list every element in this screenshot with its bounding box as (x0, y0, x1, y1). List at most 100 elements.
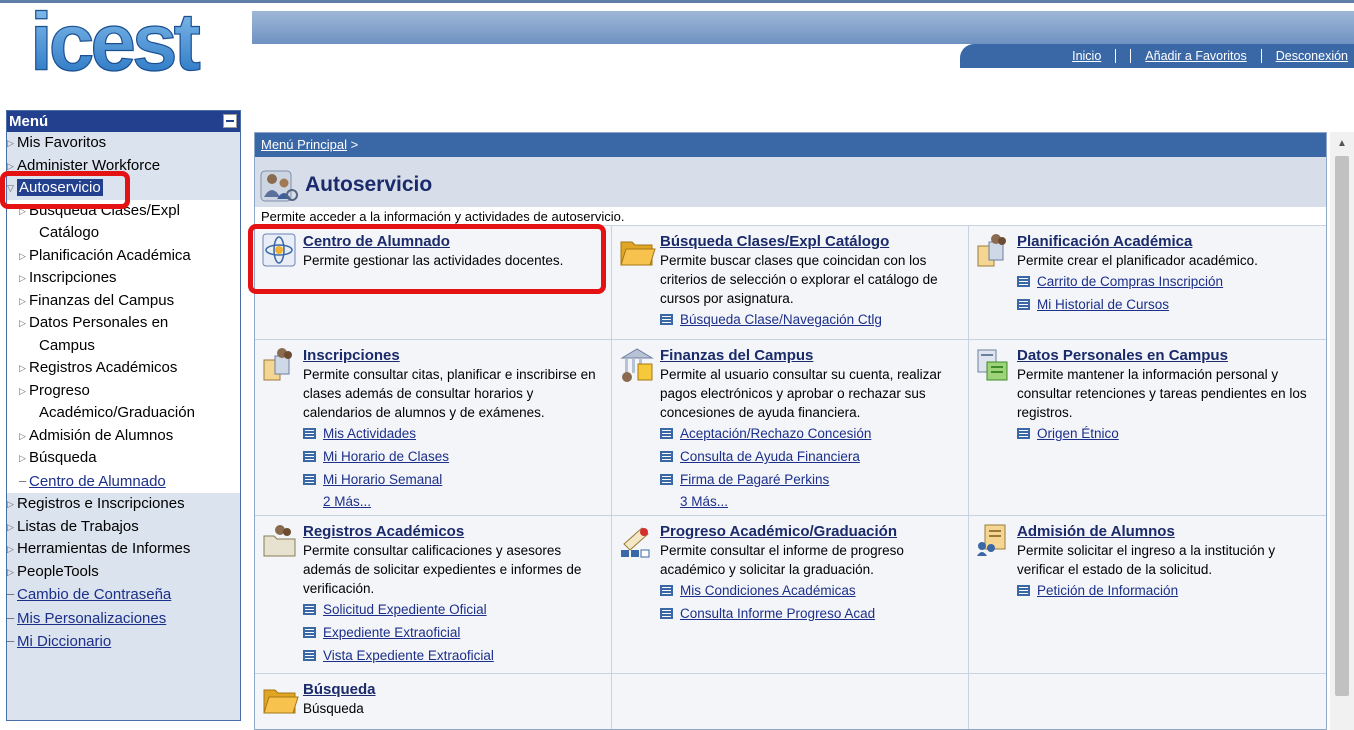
tile-link-item[interactable]: Mi Historial de Cursos (1017, 293, 1320, 316)
menu-item-cambio-contrasena[interactable]: – Cambio de Contraseña (7, 583, 240, 607)
add-favorites-link[interactable]: Añadir a Favoritos (1145, 49, 1246, 63)
collapse-icon[interactable] (223, 114, 237, 128)
expand-triangle-icon: ▷ (19, 363, 26, 373)
expand-triangle-icon: ▷ (7, 566, 14, 577)
menu-item-mis-favoritos[interactable]: ▷ Mis Favoritos (7, 132, 240, 155)
tile-link[interactable]: Mis Condiciones Académicas (680, 579, 856, 602)
tile-title-link[interactable]: Planificación Académica (1017, 233, 1192, 250)
tile-title-link[interactable]: Búsqueda Clases/Expl Catálogo (660, 233, 889, 250)
inicio-link[interactable]: Inicio (1072, 49, 1101, 63)
list-page-icon (1017, 428, 1030, 439)
nav-separator (1260, 49, 1262, 63)
tile-link-item[interactable]: Consulta de Ayuda Financiera (660, 445, 962, 468)
vertical-scrollbar[interactable]: ▲ (1330, 132, 1354, 730)
page-description: Permite acceder a la información y activ… (261, 209, 625, 224)
folder-icon (261, 680, 303, 729)
tile-link[interactable]: Expediente Extraoficial (323, 621, 460, 644)
tile-link[interactable]: Consulta Informe Progreso Acad (680, 602, 875, 625)
tile-title-link[interactable]: Datos Personales en Campus (1017, 347, 1228, 364)
menu-item-listas-trabajos[interactable]: ▷ Listas de Trabajos (7, 516, 240, 539)
tile-link-item[interactable]: Consulta Informe Progreso Acad (660, 602, 962, 625)
tile-inscripciones: Inscripciones Permite consultar citas, p… (255, 340, 612, 515)
tile-admision: Admisión de Alumnos Permite solicitar el… (969, 516, 1326, 673)
tile-title-link[interactable]: Admisión de Alumnos (1017, 523, 1175, 540)
tile-link[interactable]: Mi Historial de Cursos (1037, 293, 1169, 316)
tile-link[interactable]: Carrito de Compras Inscripción (1037, 270, 1223, 293)
expand-triangle-icon: ▷ (19, 250, 26, 261)
menu-item-mis-personalizaciones[interactable]: – Mis Personalizaciones (7, 607, 240, 631)
dash-icon: – (7, 609, 15, 625)
tile-link-item[interactable]: Mi Horario de Clases (303, 445, 605, 468)
menu-item-herramientas-informes[interactable]: ▷ Herramientas de Informes (7, 538, 240, 561)
scroll-up-arrow-icon[interactable]: ▲ (1330, 132, 1354, 154)
menu-item-registros-inscripciones[interactable]: ▷ Registros e Inscripciones (7, 493, 240, 516)
sub-item-continuation: Académico/Graduación (39, 404, 195, 421)
list-page-icon (1017, 299, 1030, 310)
tile-link[interactable]: Solicitud Expediente Oficial (323, 598, 487, 621)
tile-registros-academicos: Registros Académicos Permite consultar c… (255, 516, 612, 673)
menu-link[interactable]: Mi Diccionario (17, 633, 111, 650)
menu-item-peopletools[interactable]: ▷ PeopleTools (7, 561, 240, 584)
list-page-icon (660, 474, 673, 485)
sub-item-busqueda[interactable]: ▷ Búsqueda (7, 447, 240, 470)
sub-item-centro-alumnado[interactable]: – Centro de Alumnado (7, 470, 240, 494)
menu-item-mi-diccionario[interactable]: – Mi Diccionario (7, 630, 240, 654)
breadcrumb-menu-principal[interactable]: Menú Principal (261, 137, 347, 152)
main-content: Menú Principal > Autoservicio Permite ac… (254, 132, 1327, 730)
sub-item-label: Finanzas del Campus (29, 291, 175, 309)
tile-link-item[interactable]: Solicitud Expediente Oficial (303, 598, 605, 621)
tile-link[interactable]: Consulta de Ayuda Financiera (680, 445, 860, 468)
tile-link-item[interactable]: Mis Condiciones Académicas (660, 579, 962, 602)
tile-link-item[interactable]: Carrito de Compras Inscripción (1017, 270, 1320, 293)
more-link[interactable]: 3 Más... (680, 494, 728, 509)
tile-title-link[interactable]: Búsqueda (303, 681, 376, 698)
sub-item-datos-personales[interactable]: ▷ Datos Personales en (7, 312, 240, 335)
expand-triangle-icon: ▷ (19, 295, 26, 306)
more-link[interactable]: 2 Más... (323, 494, 371, 509)
tile-link-item[interactable]: Firma de Pagaré Perkins (660, 468, 962, 491)
page-header: Autoservicio (255, 157, 1326, 207)
tile-description: Búsqueda (303, 701, 364, 716)
tile-description: Permite consultar citas, planificar e in… (303, 367, 596, 420)
menu-link[interactable]: Mis Personalizaciones (17, 610, 166, 627)
header-nav: Inicio Añadir a Favoritos Desconexión (960, 44, 1354, 68)
tile-link-item[interactable]: Búsqueda Clase/Navegación Ctlg (660, 308, 962, 331)
sub-item-continuation: Catálogo (39, 224, 100, 241)
tile-title-link[interactable]: Registros Académicos (303, 523, 464, 540)
tile-link-item[interactable]: Origen Étnico (1017, 422, 1320, 445)
logout-link[interactable]: Desconexión (1276, 49, 1348, 63)
tile-description: Permite crear el planificador académico. (1017, 253, 1258, 268)
tile-title-link[interactable]: Progreso Académico/Graduación (660, 523, 897, 540)
tile-link-item[interactable]: Petición de Información (1017, 579, 1320, 602)
tile-link[interactable]: Vista Expediente Extraoficial (323, 644, 494, 667)
tile-link-item[interactable]: Vista Expediente Extraoficial (303, 644, 605, 667)
tile-link[interactable]: Firma de Pagaré Perkins (680, 468, 829, 491)
tile-link-item[interactable]: Mi Horario Semanal (303, 468, 605, 491)
tile-title-link[interactable]: Inscripciones (303, 347, 400, 364)
tile-link[interactable]: Mi Horario de Clases (323, 445, 449, 468)
sub-item-link[interactable]: Centro de Alumnado (29, 473, 166, 490)
sub-item-inscripciones[interactable]: ▷ Inscripciones (7, 267, 240, 290)
tile-link[interactable]: Búsqueda Clase/Navegación Ctlg (680, 308, 882, 331)
tile-link[interactable]: Mi Horario Semanal (323, 468, 442, 491)
header-band (252, 11, 1354, 44)
menu-link[interactable]: Cambio de Contraseña (17, 586, 171, 603)
sub-item-planificacion[interactable]: ▷ Planificación Académica (7, 245, 240, 268)
dash-icon: – (7, 633, 15, 648)
sub-item-finanzas[interactable]: ▷ Finanzas del Campus (7, 290, 240, 313)
tile-link[interactable]: Aceptación/Rechazo Concesión (680, 422, 871, 445)
scroll-thumb[interactable] (1335, 156, 1349, 696)
sub-item-registros-academicos[interactable]: ▷ Registros Académicos (7, 357, 240, 380)
tile-link[interactable]: Origen Étnico (1037, 422, 1119, 445)
sub-item-label: Registros Académicos (29, 359, 178, 376)
tile-title-link[interactable]: Finanzas del Campus (660, 347, 813, 364)
list-page-icon (303, 627, 316, 638)
sub-item-admision[interactable]: ▷ Admisión de Alumnos (7, 425, 240, 448)
tile-link-item[interactable]: Expediente Extraoficial (303, 621, 605, 644)
tile-link-item[interactable]: Mis Actividades (303, 422, 605, 445)
sub-item-progreso[interactable]: ▷ Progreso (7, 380, 240, 403)
tile-link-item[interactable]: Aceptación/Rechazo Concesión (660, 422, 962, 445)
list-page-icon (660, 608, 673, 619)
tile-link[interactable]: Mis Actividades (323, 422, 416, 445)
tile-link[interactable]: Petición de Información (1037, 579, 1178, 602)
